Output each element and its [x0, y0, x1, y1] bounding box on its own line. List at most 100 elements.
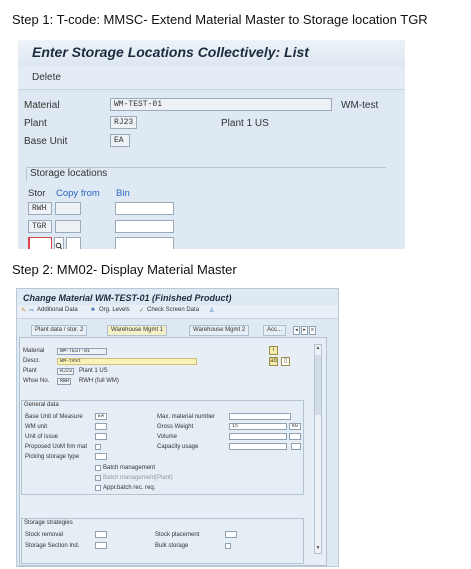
- plant-label: Plant: [23, 368, 37, 374]
- bin-column-header[interactable]: Bin: [116, 188, 130, 199]
- wm-unit-field[interactable]: [95, 423, 107, 430]
- edit-icon[interactable]: ✎: [21, 307, 26, 314]
- document-icon[interactable]: ▯: [281, 357, 290, 366]
- picking-storage-type-field[interactable]: [95, 453, 107, 460]
- batch-management-plant-label: Batch management(Plant): [103, 475, 173, 481]
- picking-storage-type-label: Picking storage type: [25, 454, 80, 460]
- mm02-screenshot: Change Material WM-TEST-01 (Finished Pro…: [16, 288, 339, 567]
- base-unit-field[interactable]: EA: [110, 134, 130, 147]
- storage-locations-section: Storage locations: [26, 167, 386, 181]
- plant-field: RJ23: [57, 368, 74, 375]
- search-help-button[interactable]: [54, 237, 64, 249]
- volume-unit-field[interactable]: [289, 433, 301, 440]
- bulk-storage-checkbox[interactable]: [225, 543, 231, 549]
- tab-label: Acc...: [267, 327, 283, 333]
- capacity-usage-field[interactable]: [229, 443, 287, 450]
- check-icon: ✓: [139, 308, 145, 314]
- additional-data-button[interactable]: Additional Data: [37, 307, 78, 313]
- storage-strategies-heading: Storage strategies: [24, 520, 73, 526]
- general-data-heading: General data: [24, 402, 59, 408]
- org-levels-icon: ♣: [91, 307, 95, 313]
- whse-field: RWH: [57, 378, 71, 385]
- magnifier-icon: [55, 242, 63, 249]
- tab-warehouse-mgmt-1[interactable]: Warehouse Mgmt 1: [107, 325, 168, 336]
- capacity-usage-unit-field[interactable]: [291, 443, 301, 450]
- tab-scroll-right-button[interactable]: ▸: [301, 326, 308, 335]
- step1-heading: Step 1: T-code: MMSC- Extend Material Ma…: [12, 12, 428, 27]
- mmsc-screenshot: Enter Storage Locations Collectively: Li…: [18, 40, 405, 249]
- screen-title: Enter Storage Locations Collectively: Li…: [32, 44, 309, 60]
- appr-batch-checkbox[interactable]: [95, 485, 101, 491]
- tab-label: Warehouse Mgmt 2: [193, 327, 246, 333]
- proposed-uom-label: Proposed UoM frm mat: [25, 444, 88, 450]
- screen-title: Change Material WM-TEST-01 (Finished Pro…: [23, 293, 232, 303]
- proposed-uom-checkbox[interactable]: [95, 444, 101, 450]
- gross-weight-field[interactable]: 15: [229, 423, 287, 430]
- title-bar: Enter Storage Locations Collectively: Li…: [18, 40, 405, 66]
- info-icon[interactable]: i: [269, 346, 278, 355]
- stor-column-header: Stor: [28, 188, 46, 199]
- bin-field[interactable]: [115, 220, 174, 233]
- stock-placement-field[interactable]: [225, 531, 237, 538]
- tab-scroll-left-button[interactable]: ◂: [293, 326, 300, 335]
- copy-from-field[interactable]: [55, 202, 81, 215]
- appr-batch-label: Appr.batch rec. req.: [103, 485, 156, 491]
- material-field: WM-TEST-01: [57, 348, 107, 355]
- wm-unit-label: WM unit: [25, 424, 48, 430]
- batch-management-label: Batch management: [103, 465, 156, 471]
- volume-field[interactable]: [229, 433, 287, 440]
- tab-label: Warehouse Mgmt 1: [111, 327, 164, 333]
- bin-field[interactable]: [115, 202, 174, 215]
- bin-field[interactable]: [115, 237, 174, 249]
- tab-accounting[interactable]: Acc...: [263, 325, 287, 336]
- stock-removal-field[interactable]: [95, 531, 107, 538]
- arrow-right-icon: ⇨: [29, 308, 35, 314]
- whse-description: RWH (full WM): [79, 378, 119, 384]
- stor-field[interactable]: TGR: [28, 220, 52, 233]
- scroll-down-icon[interactable]: ▼: [315, 545, 321, 553]
- toolbar: ✎ ⇨ Additional Data ♣ Org. Levels ✓ Chec…: [17, 305, 338, 319]
- tab-label: Plant data / stor. 2: [35, 327, 84, 333]
- tab-warehouse-mgmt-2[interactable]: Warehouse Mgmt 2: [189, 325, 250, 336]
- step2-heading: Step 2: MM02- Display Material Master: [12, 262, 237, 277]
- material-description: WM-test: [341, 100, 379, 111]
- language-icon[interactable]: ab: [269, 357, 278, 366]
- unit-of-issue-field[interactable]: [95, 433, 107, 440]
- toolbar: Delete: [18, 66, 405, 90]
- batch-management-checkbox[interactable]: [95, 465, 101, 471]
- scroll-up-icon[interactable]: ▲: [315, 345, 321, 353]
- tab-plant-data-stor-2[interactable]: Plant data / stor. 2: [31, 325, 88, 336]
- base-uom-field[interactable]: EA: [95, 413, 107, 420]
- stor-field-active[interactable]: [28, 237, 52, 249]
- max-material-number-label: Max. material number: [157, 414, 216, 420]
- max-material-number-field[interactable]: [229, 413, 291, 420]
- stor-field[interactable]: RWH: [28, 202, 52, 215]
- material-field[interactable]: WM-TEST-01: [110, 98, 332, 111]
- copy-from-column-header[interactable]: Copy from: [56, 188, 100, 199]
- volume-label: Volume: [157, 434, 178, 440]
- user-icon[interactable]: ♙: [209, 307, 214, 314]
- plant-label: Plant: [24, 118, 47, 129]
- org-levels-button[interactable]: Org. Levels: [99, 307, 130, 313]
- scrollbar-thumb[interactable]: [315, 355, 321, 415]
- copy-from-field[interactable]: [55, 220, 81, 233]
- tab-list-button[interactable]: ≡: [309, 326, 316, 335]
- stock-removal-label: Stock removal: [25, 532, 64, 538]
- gross-weight-label: Gross Weight: [157, 424, 194, 430]
- descr-field[interactable]: WM-test: [57, 358, 197, 365]
- plant-field[interactable]: RJ23: [110, 116, 137, 129]
- plant-description: Plant 1 US: [221, 118, 269, 129]
- batch-management-plant-checkbox: [95, 475, 101, 481]
- copy-from-field[interactable]: [66, 237, 81, 249]
- base-unit-label: Base Unit: [24, 136, 68, 147]
- whse-label: Whse No.: [23, 378, 50, 384]
- delete-button[interactable]: Delete: [32, 72, 61, 83]
- vertical-scrollbar[interactable]: ▲ ▼: [314, 344, 322, 554]
- stock-placement-label: Stock placement: [155, 532, 200, 538]
- storage-section-label: Storage Section Ind.: [25, 543, 80, 549]
- base-uom-label: Base Unit of Measure: [25, 414, 83, 420]
- capacity-usage-label: Capacity usage: [157, 444, 199, 450]
- gross-weight-unit-field[interactable]: KG: [289, 423, 301, 430]
- storage-section-field[interactable]: [95, 542, 107, 549]
- check-screen-data-button[interactable]: Check Screen Data: [147, 307, 199, 313]
